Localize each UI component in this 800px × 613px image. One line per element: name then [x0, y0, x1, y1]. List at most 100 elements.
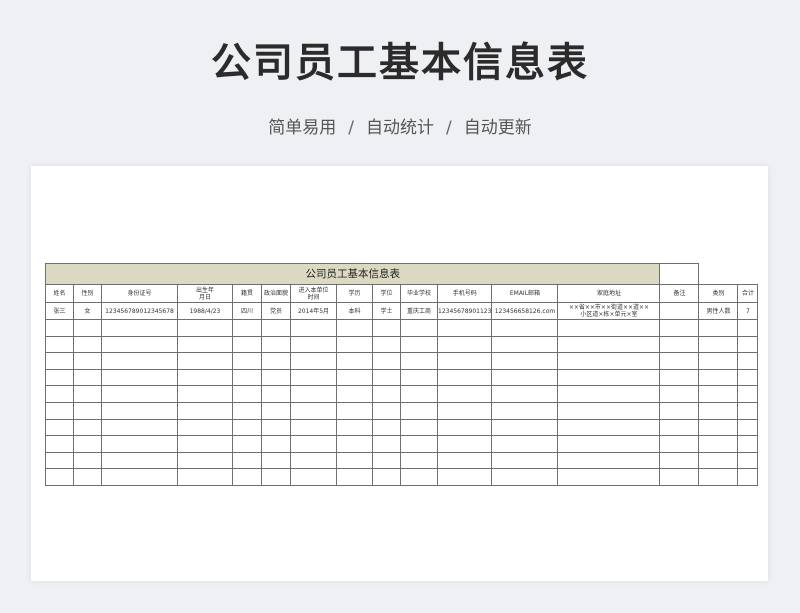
empty-cell[interactable] [400, 352, 438, 370]
empty-cell[interactable] [45, 385, 74, 403]
empty-cell[interactable] [737, 335, 759, 354]
empty-cell[interactable] [101, 368, 178, 387]
empty-cell[interactable] [698, 418, 739, 437]
empty-cell[interactable] [101, 401, 178, 420]
empty-cell[interactable] [261, 401, 291, 420]
empty-cell[interactable] [73, 352, 102, 370]
empty-cell[interactable] [557, 352, 661, 370]
empty-cell[interactable] [737, 319, 759, 337]
empty-cell[interactable] [101, 451, 178, 470]
empty-cell[interactable] [400, 368, 438, 387]
empty-cell[interactable] [491, 385, 559, 403]
empty-cell[interactable] [737, 435, 759, 453]
empty-cell[interactable] [737, 401, 759, 420]
empty-cell[interactable] [290, 319, 337, 337]
empty-cell[interactable] [557, 335, 661, 354]
empty-cell[interactable] [101, 319, 178, 337]
empty-cell[interactable] [336, 468, 373, 486]
empty-cell[interactable] [659, 319, 700, 337]
empty-cell[interactable] [372, 468, 401, 486]
empty-cell[interactable] [336, 418, 373, 437]
empty-cell[interactable] [290, 468, 337, 486]
empty-cell[interactable] [557, 451, 661, 470]
empty-cell[interactable] [45, 435, 74, 453]
empty-cell[interactable] [698, 319, 739, 337]
table-cell[interactable]: 123456658126.com [491, 302, 559, 320]
empty-cell[interactable] [73, 385, 102, 403]
empty-cell[interactable] [177, 435, 233, 453]
table-cell[interactable]: 男性人数 [698, 302, 739, 320]
empty-cell[interactable] [436, 319, 493, 337]
empty-cell[interactable] [232, 319, 262, 337]
table-cell[interactable] [659, 302, 700, 320]
empty-cell[interactable] [101, 435, 178, 453]
empty-cell[interactable] [400, 468, 438, 486]
empty-cell[interactable] [232, 352, 262, 370]
empty-cell[interactable] [177, 352, 233, 370]
empty-cell[interactable] [737, 352, 759, 370]
empty-cell[interactable] [400, 451, 438, 470]
empty-cell[interactable] [336, 335, 373, 354]
empty-cell[interactable] [45, 451, 74, 470]
empty-cell[interactable] [659, 435, 700, 453]
empty-cell[interactable] [73, 468, 102, 486]
empty-cell[interactable] [177, 451, 233, 470]
empty-cell[interactable] [436, 401, 493, 420]
empty-cell[interactable] [557, 468, 661, 486]
empty-cell[interactable] [45, 319, 74, 337]
empty-cell[interactable] [557, 418, 661, 437]
empty-cell[interactable] [659, 401, 700, 420]
empty-cell[interactable] [73, 368, 102, 387]
empty-cell[interactable] [698, 468, 739, 486]
empty-cell[interactable] [177, 401, 233, 420]
empty-cell[interactable] [436, 368, 493, 387]
empty-cell[interactable] [261, 385, 291, 403]
empty-cell[interactable] [491, 319, 559, 337]
empty-cell[interactable] [491, 451, 559, 470]
empty-cell[interactable] [261, 435, 291, 453]
empty-cell[interactable] [557, 401, 661, 420]
empty-cell[interactable] [659, 451, 700, 470]
table-cell[interactable]: 7 [737, 302, 759, 320]
empty-cell[interactable] [557, 319, 661, 337]
empty-cell[interactable] [698, 435, 739, 453]
table-cell[interactable]: ××省××市××街道××道×× 小区道×栋×单元×室 [557, 302, 661, 320]
empty-cell[interactable] [372, 435, 401, 453]
empty-cell[interactable] [290, 352, 337, 370]
empty-cell[interactable] [232, 385, 262, 403]
empty-cell[interactable] [177, 319, 233, 337]
empty-cell[interactable] [290, 418, 337, 437]
empty-cell[interactable] [557, 385, 661, 403]
table-cell[interactable]: 张三 [45, 302, 74, 320]
table-cell[interactable]: 本科 [336, 302, 373, 320]
empty-cell[interactable] [436, 385, 493, 403]
empty-cell[interactable] [436, 468, 493, 486]
table-cell[interactable]: 四川 [232, 302, 262, 320]
empty-cell[interactable] [45, 468, 74, 486]
empty-cell[interactable] [372, 451, 401, 470]
empty-cell[interactable] [491, 418, 559, 437]
empty-cell[interactable] [336, 352, 373, 370]
empty-cell[interactable] [491, 335, 559, 354]
empty-cell[interactable] [737, 451, 759, 470]
empty-cell[interactable] [491, 352, 559, 370]
empty-cell[interactable] [290, 368, 337, 387]
empty-cell[interactable] [372, 385, 401, 403]
table-cell[interactable]: 学士 [372, 302, 401, 320]
empty-cell[interactable] [336, 451, 373, 470]
empty-cell[interactable] [659, 335, 700, 354]
empty-cell[interactable] [737, 385, 759, 403]
empty-cell[interactable] [45, 352, 74, 370]
empty-cell[interactable] [101, 418, 178, 437]
empty-cell[interactable] [232, 335, 262, 354]
empty-cell[interactable] [698, 352, 739, 370]
empty-cell[interactable] [261, 451, 291, 470]
empty-cell[interactable] [261, 352, 291, 370]
empty-cell[interactable] [73, 319, 102, 337]
empty-cell[interactable] [436, 418, 493, 437]
table-cell[interactable]: 1988/4/23 [177, 302, 233, 320]
empty-cell[interactable] [45, 401, 74, 420]
empty-cell[interactable] [372, 401, 401, 420]
empty-cell[interactable] [336, 368, 373, 387]
empty-cell[interactable] [232, 435, 262, 453]
